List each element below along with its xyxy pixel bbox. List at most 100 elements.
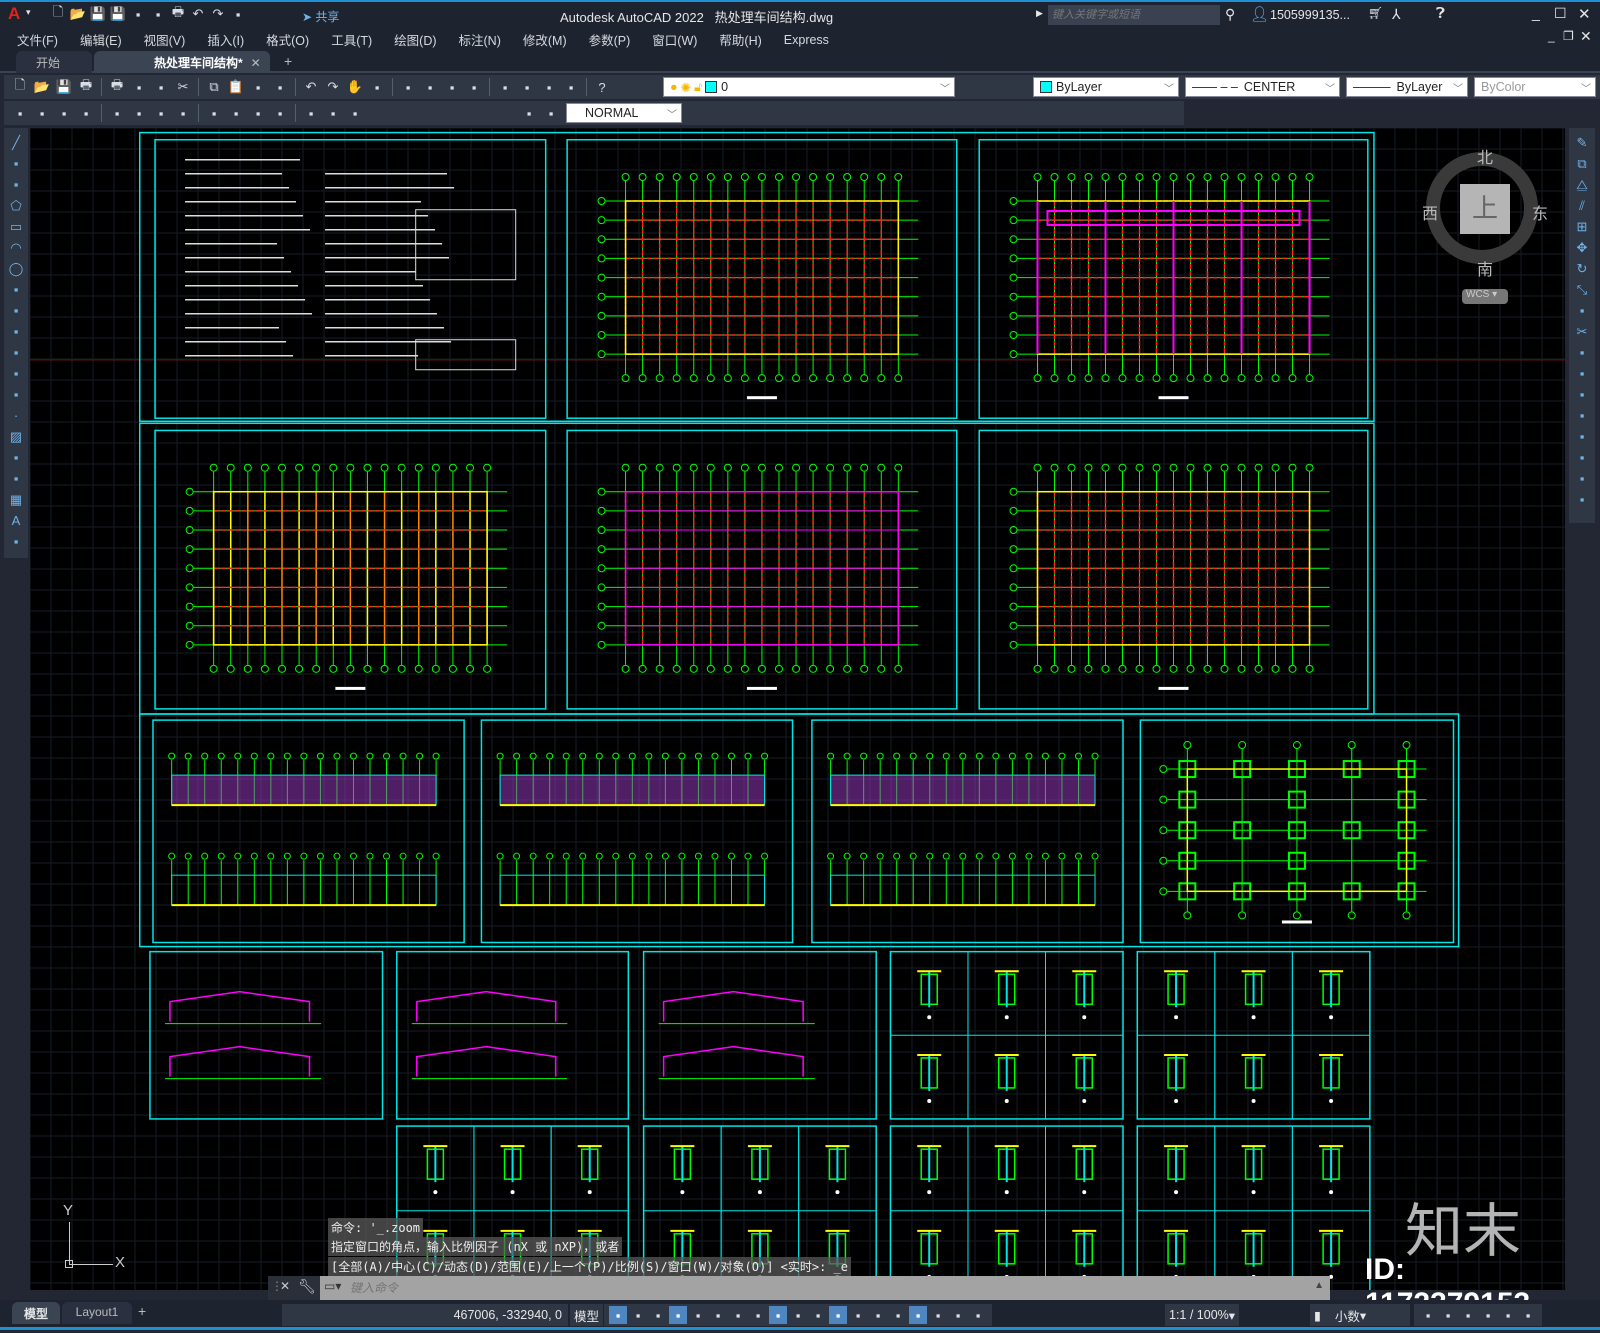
model-space-button[interactable]: 模型: [570, 1304, 604, 1326]
viewcube-top-face[interactable]: 上: [1460, 184, 1510, 234]
dynamic-ucs-icon[interactable]: ▪: [869, 1306, 887, 1324]
open-icon[interactable]: 📂: [69, 5, 87, 23]
customize-wrench-icon[interactable]: 🔧︎: [298, 1278, 316, 1295]
mtext-icon[interactable]: A: [7, 512, 25, 530]
minimize-button[interactable]: _: [1532, 5, 1540, 21]
linetype-dropdown[interactable]: —— – – CENTER ﹀: [1185, 77, 1340, 97]
move-icon[interactable]: ✥: [1573, 239, 1591, 257]
trim-icon[interactable]: ✂: [1573, 323, 1591, 341]
autodesk-app-icon[interactable]: ⅄: [1392, 6, 1401, 23]
offset-icon[interactable]: ⫽: [1573, 197, 1591, 215]
command-input[interactable]: [350, 1278, 1290, 1298]
print-icon[interactable]: 🖶: [169, 4, 187, 23]
menu-item[interactable]: 插入(I): [207, 30, 244, 49]
app-menu-chevron-icon[interactable]: ▾: [26, 7, 31, 18]
revision-cloud-icon[interactable]: ▪: [7, 281, 25, 299]
search-icon[interactable]: ⚲: [1225, 6, 1235, 23]
dim-diameter-icon[interactable]: ▪: [152, 104, 170, 122]
dimstyle-dropdown[interactable]: NORMAL ﹀: [566, 103, 682, 123]
customization-icon[interactable]: ▪: [1519, 1306, 1537, 1324]
pan-icon[interactable]: ✋: [346, 78, 364, 96]
new-tab-button[interactable]: +: [284, 53, 292, 69]
center-mark-icon[interactable]: ▪: [346, 104, 364, 122]
layout-tab-layout1[interactable]: Layout1: [62, 1302, 132, 1324]
print-icon[interactable]: 🖶: [77, 77, 95, 96]
new-icon[interactable]: 🗋: [11, 77, 29, 96]
menu-item[interactable]: 视图(V): [144, 30, 186, 49]
break-icon[interactable]: ▪: [1573, 386, 1591, 404]
viewcube-west[interactable]: 西: [1422, 200, 1438, 224]
dim-baseline-icon[interactable]: ▪: [227, 104, 245, 122]
menu-item[interactable]: 编辑(E): [80, 30, 122, 49]
stretch-icon[interactable]: ▪: [1573, 302, 1591, 320]
insert-block-icon[interactable]: ▪: [7, 365, 25, 383]
layout-tab-model[interactable]: 模型: [12, 1302, 60, 1324]
plotstyle-dropdown[interactable]: ByColor ﹀: [1474, 77, 1596, 97]
redo-icon[interactable]: ↷: [209, 5, 227, 23]
dynamic-input-icon[interactable]: ▪: [669, 1306, 687, 1324]
dim-ordinate-icon[interactable]: ▪: [77, 104, 95, 122]
3d-osnap-icon[interactable]: ▪: [849, 1306, 867, 1324]
color-dropdown[interactable]: ByLayer ﹀: [1033, 77, 1179, 97]
lock-ui-icon[interactable]: ▪: [1439, 1306, 1457, 1324]
close-command-icon[interactable]: ✕: [280, 1279, 290, 1293]
polar-tracking-icon[interactable]: ▪: [709, 1306, 727, 1324]
doc-close-button[interactable]: ✕: [1580, 28, 1592, 45]
dim-arc-icon[interactable]: ▪: [55, 104, 73, 122]
isodraft-icon[interactable]: ▪: [729, 1306, 747, 1324]
polyline-icon[interactable]: ▪: [7, 176, 25, 194]
blend-curves-icon[interactable]: ▪: [1573, 470, 1591, 488]
save-as-icon[interactable]: 💾: [109, 5, 127, 23]
zoom-previous-icon[interactable]: ▪: [421, 78, 439, 96]
layer-dropdown[interactable]: ● ✺ 🔓︎ 0 ﹀: [663, 77, 955, 97]
close-button[interactable]: ✕: [1578, 5, 1591, 23]
menu-item[interactable]: 参数(P): [589, 30, 631, 49]
gizmo-icon[interactable]: ▪: [909, 1306, 927, 1324]
tab-drawing[interactable]: 热处理车间结构* ✕: [94, 51, 270, 73]
doc-restore-button[interactable]: ❐: [1563, 29, 1574, 43]
add-selected-icon[interactable]: ▪: [7, 533, 25, 551]
auto-scale-icon[interactable]: ▪: [949, 1306, 967, 1324]
selection-cycling-icon[interactable]: ▪: [829, 1306, 847, 1324]
hatch-icon[interactable]: ▨: [7, 428, 25, 446]
command-prompt-icon[interactable]: ▭▾: [324, 1279, 341, 1293]
break-at-point-icon[interactable]: ▪: [1573, 365, 1591, 383]
dim-linear-icon[interactable]: ▪: [11, 104, 29, 122]
tab-start[interactable]: 开始: [16, 51, 92, 73]
doc-minimize-button[interactable]: _: [1548, 29, 1555, 43]
polygon-icon[interactable]: ⬠: [7, 197, 25, 215]
cut-icon[interactable]: ✂: [174, 78, 192, 96]
open-icon[interactable]: 📂: [33, 78, 51, 96]
paste-icon[interactable]: 📋: [227, 78, 245, 96]
plot-preview-icon[interactable]: ▪: [129, 5, 147, 23]
annotation-scale-icon[interactable]: ▪: [969, 1306, 987, 1324]
object-snap-tracking-icon[interactable]: ▪: [749, 1306, 767, 1324]
copy-object-icon[interactable]: ⧉: [1573, 155, 1591, 173]
ellipse-arc-icon[interactable]: ▪: [7, 344, 25, 362]
annotation-scale[interactable]: 1:1 / 100% ▾: [1165, 1304, 1240, 1326]
maximize-button[interactable]: ☐: [1554, 5, 1567, 22]
menu-item[interactable]: 标注(N): [459, 30, 501, 49]
new-layout-button[interactable]: +: [138, 1303, 146, 1319]
properties-icon[interactable]: ▪: [443, 78, 461, 96]
viewcube-north[interactable]: 北: [1477, 144, 1493, 168]
dim-continue-icon[interactable]: ▪: [249, 104, 267, 122]
new-icon[interactable]: 🗋: [49, 4, 67, 23]
fillet-icon[interactable]: ▪: [1573, 449, 1591, 467]
redo-icon[interactable]: ↷: [324, 78, 342, 96]
dim-break-icon[interactable]: ▪: [302, 104, 320, 122]
jogged-linear-icon[interactable]: ▪: [542, 104, 560, 122]
menu-item[interactable]: 格式(O): [266, 30, 309, 49]
arc-icon[interactable]: ◠: [7, 239, 25, 257]
point-icon[interactable]: ·: [7, 407, 25, 425]
join-icon[interactable]: ▪: [1573, 407, 1591, 425]
undo-icon[interactable]: ↶: [302, 78, 320, 96]
inspect-icon[interactable]: ▪: [520, 104, 538, 122]
coordinates-readout[interactable]: 467006, -332940, 0: [282, 1304, 568, 1326]
dim-angular-icon[interactable]: ▪: [174, 104, 192, 122]
units-dropdown[interactable]: ▮ 小数 ▾: [1310, 1304, 1410, 1326]
dim-space-icon[interactable]: ▪: [271, 104, 289, 122]
menu-item[interactable]: 修改(M): [523, 30, 567, 49]
publish-icon[interactable]: ▪: [149, 5, 167, 23]
dim-radius-icon[interactable]: ▪: [108, 104, 126, 122]
